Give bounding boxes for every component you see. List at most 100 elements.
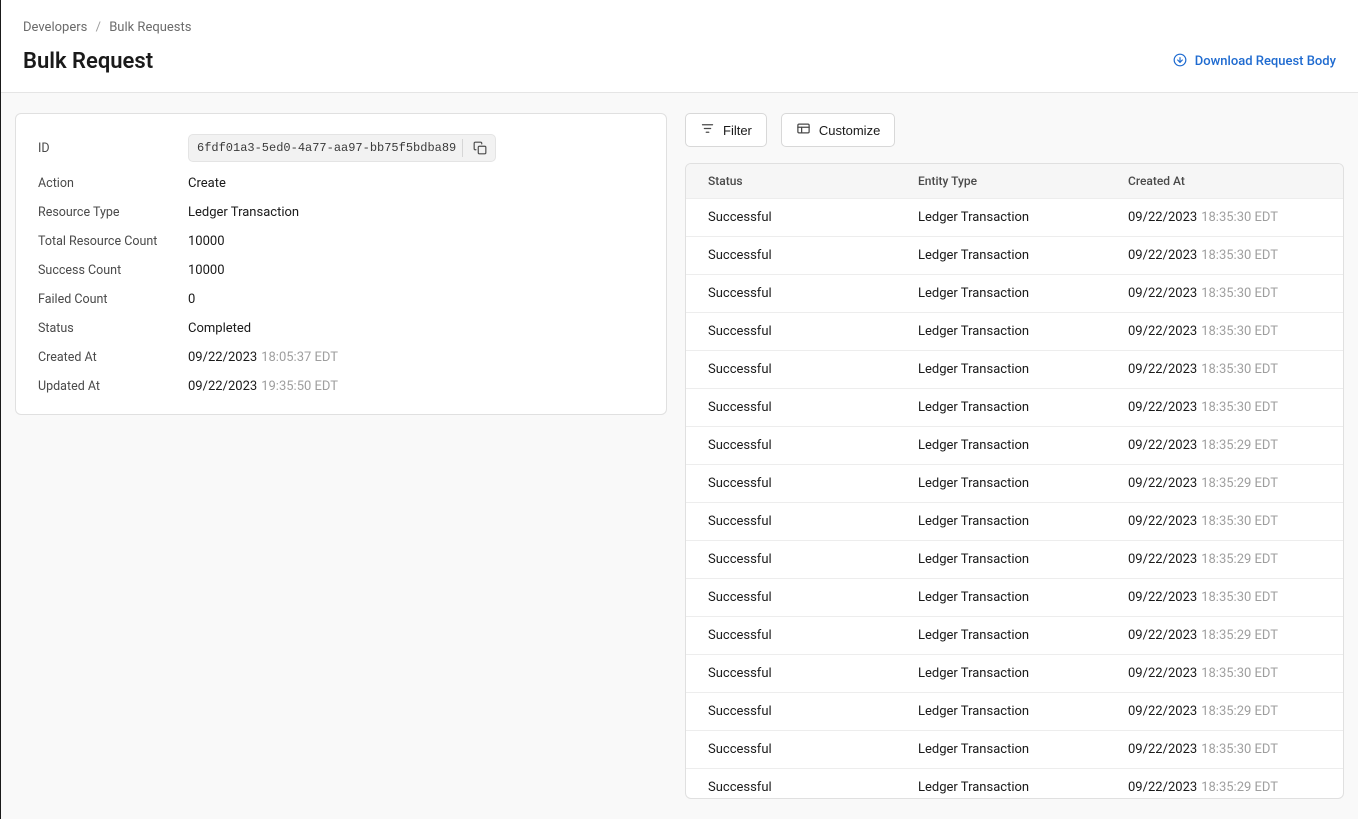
customize-icon <box>796 121 811 139</box>
value-status: Completed <box>188 321 251 336</box>
cell-entity-type: Ledger Transaction <box>918 286 1128 301</box>
table-row[interactable]: SuccessfulLedger Transaction09/22/202318… <box>686 464 1343 502</box>
cell-created-at: 09/22/202318:35:29 EDT <box>1128 552 1321 567</box>
customize-button[interactable]: Customize <box>781 113 895 147</box>
label-total-resource-count: Total Resource Count <box>38 234 188 249</box>
cell-entity-type: Ledger Transaction <box>918 514 1128 529</box>
id-value: 6fdf01a3-5ed0-4a77-aa97-bb75f5bdba89 <box>197 141 456 155</box>
table-row[interactable]: SuccessfulLedger Transaction09/22/202318… <box>686 540 1343 578</box>
download-icon <box>1173 53 1187 71</box>
cell-entity-type: Ledger Transaction <box>918 742 1128 757</box>
table-row[interactable]: SuccessfulLedger Transaction09/22/202318… <box>686 692 1343 730</box>
label-id: ID <box>38 141 188 156</box>
id-pill: 6fdf01a3-5ed0-4a77-aa97-bb75f5bdba89 <box>188 134 496 162</box>
table-row[interactable]: SuccessfulLedger Transaction09/22/202318… <box>686 578 1343 616</box>
download-request-body-button[interactable]: Download Request Body <box>1173 53 1336 71</box>
page-header: Developers / Bulk Requests Bulk Request … <box>1 0 1358 93</box>
download-label: Download Request Body <box>1195 54 1336 69</box>
filter-icon <box>700 121 715 139</box>
cell-status: Successful <box>708 780 918 795</box>
results-table: Status Entity Type Created At Successful… <box>685 163 1344 799</box>
value-resource-type: Ledger Transaction <box>188 205 299 220</box>
cell-created-at: 09/22/202318:35:29 EDT <box>1128 438 1321 453</box>
label-action: Action <box>38 176 188 191</box>
label-created-at: Created At <box>38 350 188 365</box>
cell-status: Successful <box>708 286 918 301</box>
value-total-resource-count: 10000 <box>188 234 225 249</box>
value-updated-at: 09/22/202319:35:50 EDT <box>188 379 338 394</box>
pill-divider <box>462 139 463 157</box>
cell-status: Successful <box>708 400 918 415</box>
customize-label: Customize <box>819 123 880 138</box>
breadcrumb-separator: / <box>96 20 101 35</box>
cell-status: Successful <box>708 514 918 529</box>
cell-status: Successful <box>708 210 918 225</box>
cell-status: Successful <box>708 742 918 757</box>
table-row[interactable]: SuccessfulLedger Transaction09/22/202318… <box>686 350 1343 388</box>
cell-status: Successful <box>708 704 918 719</box>
cell-entity-type: Ledger Transaction <box>918 324 1128 339</box>
cell-created-at: 09/22/202318:35:29 EDT <box>1128 704 1321 719</box>
table-row[interactable]: SuccessfulLedger Transaction09/22/202318… <box>686 730 1343 768</box>
table-body: SuccessfulLedger Transaction09/22/202318… <box>686 198 1343 798</box>
cell-status: Successful <box>708 324 918 339</box>
header-created-at[interactable]: Created At <box>1128 174 1321 188</box>
cell-created-at: 09/22/202318:35:30 EDT <box>1128 210 1321 225</box>
value-action: Create <box>188 176 226 191</box>
cell-status: Successful <box>708 476 918 491</box>
cell-created-at: 09/22/202318:35:30 EDT <box>1128 666 1321 681</box>
label-updated-at: Updated At <box>38 379 188 394</box>
cell-status: Successful <box>708 590 918 605</box>
header-status[interactable]: Status <box>708 174 918 188</box>
cell-status: Successful <box>708 438 918 453</box>
cell-entity-type: Ledger Transaction <box>918 590 1128 605</box>
cell-entity-type: Ledger Transaction <box>918 628 1128 643</box>
table-row[interactable]: SuccessfulLedger Transaction09/22/202318… <box>686 426 1343 464</box>
table-row[interactable]: SuccessfulLedger Transaction09/22/202318… <box>686 616 1343 654</box>
cell-created-at: 09/22/202318:35:29 EDT <box>1128 628 1321 643</box>
table-header: Status Entity Type Created At <box>686 164 1343 198</box>
cell-entity-type: Ledger Transaction <box>918 438 1128 453</box>
table-row[interactable]: SuccessfulLedger Transaction09/22/202318… <box>686 236 1343 274</box>
cell-status: Successful <box>708 628 918 643</box>
page-title: Bulk Request <box>23 49 153 74</box>
table-row[interactable]: SuccessfulLedger Transaction09/22/202318… <box>686 274 1343 312</box>
value-failed-count: 0 <box>188 292 195 307</box>
label-resource-type: Resource Type <box>38 205 188 220</box>
breadcrumb-current[interactable]: Bulk Requests <box>109 20 191 35</box>
cell-created-at: 09/22/202318:35:30 EDT <box>1128 362 1321 377</box>
cell-created-at: 09/22/202318:35:30 EDT <box>1128 590 1321 605</box>
cell-entity-type: Ledger Transaction <box>918 552 1128 567</box>
label-success-count: Success Count <box>38 263 188 278</box>
value-created-at: 09/22/202318:05:37 EDT <box>188 350 338 365</box>
copy-id-button[interactable] <box>469 137 491 159</box>
breadcrumb: Developers / Bulk Requests <box>23 20 1336 35</box>
cell-entity-type: Ledger Transaction <box>918 704 1128 719</box>
cell-entity-type: Ledger Transaction <box>918 362 1128 377</box>
cell-status: Successful <box>708 248 918 263</box>
cell-created-at: 09/22/202318:35:30 EDT <box>1128 286 1321 301</box>
table-row[interactable]: SuccessfulLedger Transaction09/22/202318… <box>686 198 1343 236</box>
results-column: Filter Customize Status Entity Type Crea… <box>685 113 1344 799</box>
cell-entity-type: Ledger Transaction <box>918 248 1128 263</box>
filter-button[interactable]: Filter <box>685 113 767 147</box>
table-row[interactable]: SuccessfulLedger Transaction09/22/202318… <box>686 388 1343 426</box>
breadcrumb-parent[interactable]: Developers <box>23 20 87 35</box>
label-status: Status <box>38 321 188 336</box>
cell-entity-type: Ledger Transaction <box>918 476 1128 491</box>
table-row[interactable]: SuccessfulLedger Transaction09/22/202318… <box>686 768 1343 798</box>
copy-icon <box>473 141 487 155</box>
table-row[interactable]: SuccessfulLedger Transaction09/22/202318… <box>686 654 1343 692</box>
details-card: ID 6fdf01a3-5ed0-4a77-aa97-bb75f5bdba89 … <box>15 113 667 415</box>
cell-created-at: 09/22/202318:35:30 EDT <box>1128 742 1321 757</box>
cell-entity-type: Ledger Transaction <box>918 666 1128 681</box>
cell-status: Successful <box>708 362 918 377</box>
label-failed-count: Failed Count <box>38 292 188 307</box>
table-row[interactable]: SuccessfulLedger Transaction09/22/202318… <box>686 502 1343 540</box>
table-row[interactable]: SuccessfulLedger Transaction09/22/202318… <box>686 312 1343 350</box>
cell-created-at: 09/22/202318:35:30 EDT <box>1128 248 1321 263</box>
cell-entity-type: Ledger Transaction <box>918 400 1128 415</box>
cell-created-at: 09/22/202318:35:29 EDT <box>1128 476 1321 491</box>
header-entity-type[interactable]: Entity Type <box>918 174 1128 188</box>
cell-status: Successful <box>708 552 918 567</box>
